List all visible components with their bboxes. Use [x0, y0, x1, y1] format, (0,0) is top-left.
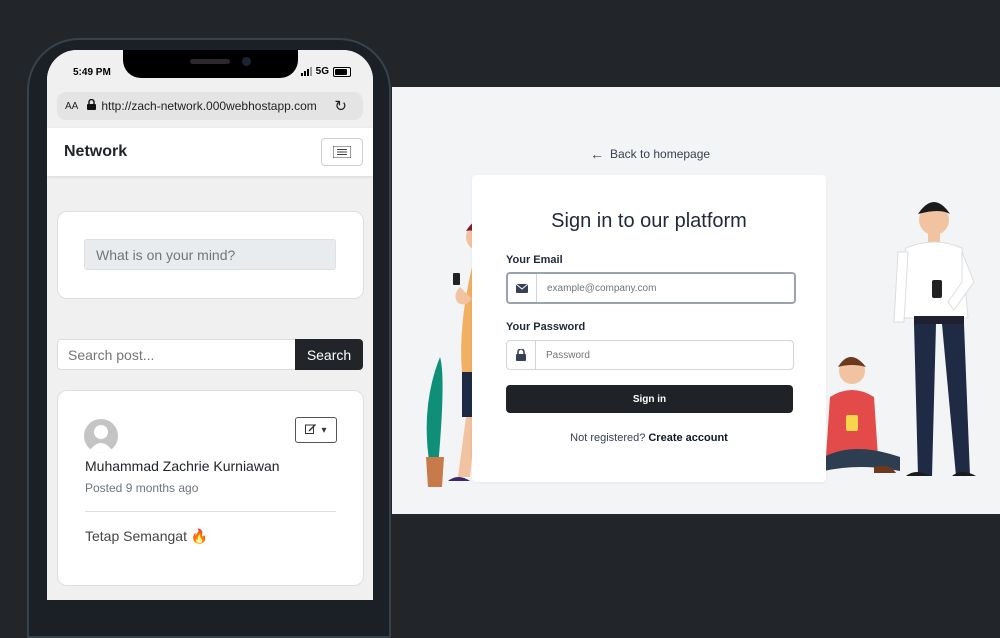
text-size-button[interactable]: AA [65, 101, 78, 112]
reload-icon[interactable]: ↻ [334, 97, 347, 115]
back-to-homepage-link[interactable]: ← Back to homepage [590, 146, 710, 162]
back-link-label: Back to homepage [610, 147, 711, 161]
brand-logo[interactable]: Network [64, 143, 127, 161]
envelope-icon [508, 274, 537, 302]
signal-bars-icon [300, 67, 312, 76]
lock-icon [87, 98, 97, 113]
post-options-dropdown[interactable]: ▾ [295, 417, 337, 443]
post-timestamp: Posted 9 months ago [85, 481, 199, 495]
composer-card [57, 211, 364, 299]
password-label: Your Password [506, 321, 586, 333]
lock-icon [507, 341, 536, 369]
email-field[interactable] [537, 274, 794, 302]
sitting-boy-illustration [824, 357, 900, 473]
status-input[interactable] [84, 239, 336, 270]
post-content: Tetap Semangat 🔥 [85, 528, 209, 544]
status-time: 5:49 PM [73, 67, 111, 78]
email-input-group [506, 272, 796, 304]
signin-title: Sign in to our platform [551, 210, 747, 232]
battery-icon [333, 66, 351, 77]
man-with-phone-illustration [893, 202, 976, 476]
signin-button[interactable]: Sign in [506, 385, 793, 413]
create-account-link[interactable]: Create account [648, 432, 727, 444]
login-page: ← Back to homepage Sign in to our platfo… [392, 87, 1000, 514]
arrow-left-icon: ← [590, 146, 604, 162]
camera-icon [242, 57, 251, 66]
post-card: ▾ Muhammad Zachrie Kurniawan Posted 9 mo… [57, 390, 364, 586]
divider [85, 511, 336, 512]
email-label: Your Email [506, 254, 563, 266]
avatar[interactable] [84, 419, 118, 453]
url-text: http://zach-network.000webhostapp.com [101, 99, 317, 113]
phone-notch [123, 50, 298, 78]
pencil-icon [305, 423, 317, 437]
search-bar: Search [57, 339, 363, 370]
hamburger-icon[interactable] [321, 138, 363, 166]
network-type: 5G [315, 66, 329, 77]
search-button[interactable]: Search [295, 339, 363, 370]
not-registered-text: Not registered? [570, 432, 646, 444]
search-input[interactable] [57, 339, 295, 370]
phone-screen: 5:49 PM 5G AA http://zach-network.000web… [47, 50, 373, 600]
navbar: Network [47, 128, 373, 176]
post-author[interactable]: Muhammad Zachrie Kurniawan [85, 458, 280, 474]
signin-card: Sign in to our platform Your Email Your … [472, 175, 826, 482]
password-field[interactable] [536, 341, 793, 369]
register-prompt: Not registered? Create account [472, 432, 826, 444]
speaker-grille [190, 59, 230, 64]
browser-url-bar[interactable]: AA http://zach-network.000webhostapp.com… [57, 92, 363, 120]
status-bar: 5:49 PM 5G [47, 50, 373, 92]
status-indicators: 5G [300, 66, 351, 77]
password-input-group [506, 340, 794, 370]
chevron-down-icon: ▾ [321, 424, 327, 436]
